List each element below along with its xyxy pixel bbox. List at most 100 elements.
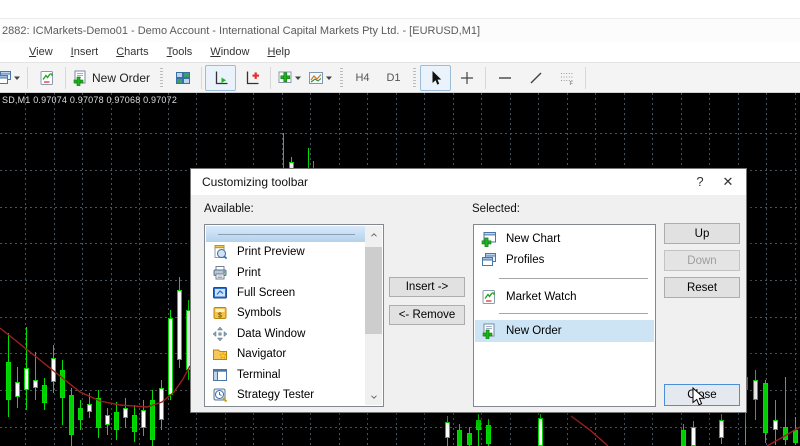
close-button[interactable]: Close	[664, 384, 740, 406]
insert-button[interactable]: Insert ->	[389, 277, 465, 297]
toolbar-drag-handle[interactable]	[160, 68, 163, 88]
print-preview-icon	[212, 244, 228, 260]
cursor-tool-button[interactable]	[420, 65, 451, 91]
menu-view[interactable]: View	[20, 43, 62, 61]
tile-windows-button[interactable]	[167, 65, 198, 91]
list-item-navigator[interactable]: Navigator	[206, 344, 365, 364]
data-window-icon	[212, 326, 228, 342]
toolbar-separator	[485, 67, 486, 89]
chart-shift-button[interactable]	[236, 65, 267, 91]
list-item-label: Print Preview	[237, 246, 305, 258]
list-item-profiles[interactable]: Profiles	[475, 249, 654, 270]
menu-insert[interactable]: Insert	[62, 43, 108, 61]
menu-window[interactable]: Window	[201, 43, 258, 61]
crosshair-icon	[459, 70, 475, 86]
menu-charts[interactable]: Charts	[107, 43, 157, 61]
list-item-label: Navigator	[237, 348, 286, 360]
period-d1-label: D1	[383, 72, 403, 84]
list-item-new-chart[interactable]: New Chart	[475, 228, 654, 249]
profiles-icon	[0, 70, 12, 86]
new-order-button[interactable]: New Order	[69, 65, 156, 91]
new-order-label: New Order	[92, 71, 153, 85]
scrollbar-thumb[interactable]	[365, 247, 382, 334]
list-item-label: Print	[237, 267, 261, 279]
up-button[interactable]: Up	[664, 223, 740, 244]
chevron-down-icon	[369, 392, 379, 402]
dialog-titlebar[interactable]: Customizing toolbar ? ✕	[191, 169, 746, 195]
profiles-icon	[481, 252, 497, 268]
list-item-separator[interactable]	[206, 226, 365, 242]
terminal-icon	[212, 367, 228, 383]
trendline-tool-button[interactable]	[520, 65, 551, 91]
svg-text:$: $	[218, 313, 222, 320]
chart-ohlc-readout: SD,M1 0.97074 0.97078 0.97068 0.97072	[2, 95, 177, 105]
toolbar-drag-handle[interactable]	[413, 68, 416, 88]
list-item-strategy-tester[interactable]: Strategy Tester	[206, 385, 365, 405]
period-h4-button[interactable]: H4	[347, 65, 378, 91]
new-chart-icon	[481, 231, 497, 247]
crosshair-tool-button[interactable]	[451, 65, 482, 91]
list-item-market-watch[interactable]: Market Watch	[475, 287, 654, 307]
auto-scroll-icon	[213, 70, 229, 86]
fibonacci-tool-button[interactable]: F	[551, 65, 582, 91]
new-order-icon	[481, 323, 497, 339]
window-titlebar[interactable]: 2882: ICMarkets-Demo01 - Demo Account - …	[0, 18, 800, 43]
dialog-title: Customizing toolbar	[202, 175, 308, 189]
menu-help[interactable]: Help	[258, 43, 299, 61]
selected-listbox[interactable]: New Chart Profiles Market Watch New Order	[473, 224, 656, 407]
reset-button[interactable]: Reset	[664, 277, 740, 298]
list-item-print-preview[interactable]: Print Preview	[206, 242, 365, 262]
scroll-down-button[interactable]	[365, 388, 382, 405]
list-item-terminal[interactable]: Terminal	[206, 364, 365, 384]
toolbar-separator	[270, 67, 271, 89]
window-title: 2882: ICMarkets-Demo01 - Demo Account - …	[2, 25, 480, 37]
period-h4-label: H4	[352, 72, 372, 84]
market-watch-icon	[39, 70, 55, 86]
remove-button[interactable]: <- Remove	[389, 305, 465, 325]
chart-shift-icon	[244, 70, 260, 86]
scroll-up-button[interactable]	[365, 226, 382, 243]
list-item-label: New Chart	[506, 233, 560, 245]
scrollbar[interactable]	[365, 226, 382, 405]
market-watch-button[interactable]	[31, 65, 62, 91]
selected-label: Selected:	[472, 203, 520, 215]
fibonacci-icon: F	[559, 70, 575, 86]
auto-scroll-button[interactable]	[205, 65, 236, 91]
cursor-arrow-icon	[428, 70, 444, 86]
templates-icon	[308, 70, 324, 86]
list-item-data-window[interactable]: Data Window	[206, 324, 365, 344]
toolbar-drag-handle[interactable]	[340, 68, 343, 88]
down-button[interactable]: Down	[664, 250, 740, 271]
available-listbox[interactable]: Print Preview Print Full Screen $Symbols Dat…	[204, 224, 384, 407]
tile-windows-icon	[175, 70, 191, 86]
dialog-close-x-button[interactable]: ✕	[717, 172, 739, 192]
dialog-help-button[interactable]: ?	[690, 172, 710, 192]
separator-line	[218, 234, 355, 235]
chevron-down-icon	[294, 74, 302, 82]
list-item-separator[interactable]	[475, 270, 654, 287]
period-d1-button[interactable]: D1	[378, 65, 409, 91]
templates-button[interactable]	[305, 65, 336, 91]
market-watch-icon	[481, 289, 497, 305]
list-item-new-order[interactable]: New Order	[475, 320, 654, 342]
list-item-separator[interactable]	[475, 307, 654, 320]
available-label: Available:	[204, 203, 254, 215]
profiles-button[interactable]	[0, 65, 24, 91]
print-icon	[212, 265, 228, 281]
chevron-down-icon	[325, 74, 333, 82]
list-item-label: Data Window	[237, 328, 305, 340]
list-item-full-screen[interactable]: Full Screen	[206, 283, 365, 303]
indicators-button[interactable]	[274, 65, 305, 91]
horizontal-line-icon	[497, 70, 513, 86]
menu-tools[interactable]: Tools	[158, 43, 202, 61]
chevron-down-icon	[13, 74, 21, 82]
list-item-print[interactable]: Print	[206, 262, 365, 282]
list-item-label: Full Screen	[237, 287, 295, 299]
list-item-label: Terminal	[237, 369, 280, 381]
menu-bar: ViewInsertChartsToolsWindowHelp	[0, 42, 800, 62]
hline-tool-button[interactable]	[489, 65, 520, 91]
toolbar-separator	[65, 67, 66, 89]
new-order-icon	[72, 70, 88, 86]
list-item-symbols[interactable]: $Symbols	[206, 303, 365, 323]
separator-line	[499, 278, 648, 279]
